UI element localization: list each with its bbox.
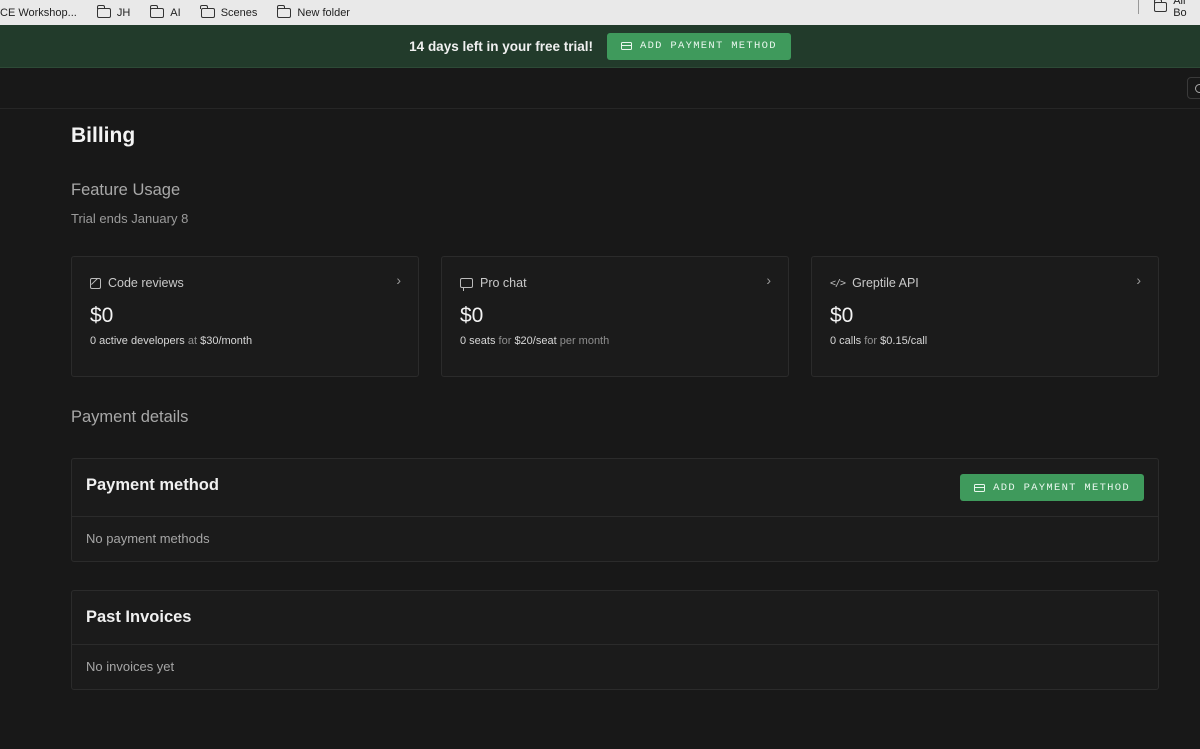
trial-end-note: Trial ends January 8 (71, 211, 189, 226)
feature-usage-heading: Feature Usage (71, 181, 181, 199)
folder-icon (149, 4, 165, 18)
usage-card-code-reviews[interactable]: Code reviews › $0 0 active developers at… (71, 256, 419, 377)
bookmark-folder-scenes[interactable]: Scenes (200, 4, 258, 19)
usage-joiner: at (187, 335, 198, 347)
usage-suffix: per month (559, 335, 610, 347)
usage-card-title: Code reviews (108, 276, 184, 290)
usage-count: 0 seats (460, 335, 496, 347)
payment-method-panel: Payment method ADD PAYMENT METHOD No pay… (71, 458, 1159, 562)
folder-icon (277, 4, 292, 18)
page-title: Billing (71, 124, 136, 147)
all-bookmarks-label: All Bo (1173, 0, 1187, 19)
invoices-empty: No invoices yet (86, 659, 175, 674)
bookmark-folder-ai[interactable]: AI (149, 4, 181, 19)
usage-count: 0 active developers (90, 335, 185, 347)
bookmark-label: New folder (297, 6, 350, 19)
add-payment-method-button[interactable]: ADD PAYMENT METHOD (960, 474, 1144, 501)
chevron-right-icon: › (1136, 272, 1141, 288)
usage-card-details: 0 calls for $0.15/call (830, 335, 927, 347)
usage-card-greptile-api[interactable]: </> Greptile API › $0 0 calls for $0.15/… (811, 256, 1159, 377)
bookmark-label: CE Workshop... (0, 6, 77, 19)
folder-icon (96, 4, 111, 18)
bookmarks-bar: CE Workshop... JH AI Scenes New folder A… (0, 0, 1200, 25)
button-label: ADD PAYMENT METHOD (993, 481, 1130, 494)
usage-card-title: Greptile API (852, 276, 919, 290)
credit-card-icon (974, 483, 986, 492)
usage-card-details: 0 active developers at $30/month (90, 335, 252, 347)
usage-joiner: for (498, 335, 512, 347)
usage-card-price: $0 (90, 304, 114, 327)
trial-banner: 14 days left in your free trial! ADD PAY… (0, 25, 1200, 68)
banner-add-payment-button[interactable]: ADD PAYMENT METHOD (606, 32, 791, 60)
edit-icon (90, 277, 101, 289)
usage-rate: $30/month (200, 335, 253, 347)
usage-card-title: Pro chat (480, 276, 527, 290)
bookmark-folder-jh[interactable]: JH (96, 4, 131, 19)
past-invoices-header: Past Invoices (72, 591, 1158, 645)
bookmark-folder-new-folder[interactable]: New folder (277, 4, 350, 19)
usage-count: 0 calls (830, 335, 862, 347)
help-icon[interactable] (1187, 77, 1200, 99)
bookmark-label: JH (116, 6, 131, 19)
folder-icon (1153, 0, 1168, 12)
payment-details-heading: Payment details (71, 408, 189, 426)
button-label: ADD PAYMENT METHOD (639, 40, 777, 52)
bookmark-label: AI (170, 6, 181, 19)
usage-card-price: $0 (460, 304, 484, 327)
usage-card-price: $0 (830, 304, 854, 327)
past-invoices-panel: Past Invoices No invoices yet (71, 590, 1159, 690)
all-bookmarks-button[interactable]: All Bo (1153, 0, 1200, 19)
folder-icon (200, 4, 215, 18)
code-icon: </> (830, 277, 846, 289)
usage-rate: $20/seat (514, 335, 557, 347)
bookmarks-divider (1138, 0, 1139, 14)
payment-method-header: Payment method ADD PAYMENT METHOD (72, 459, 1158, 517)
past-invoices-title: Past Invoices (86, 608, 192, 626)
top-bar (0, 68, 1200, 109)
trial-banner-text: 14 days left in your free trial! (409, 38, 593, 54)
chat-icon (460, 278, 473, 291)
chevron-right-icon: › (766, 272, 771, 288)
bookmark-label: Scenes (220, 6, 258, 19)
usage-rate: $0.15/call (880, 335, 928, 347)
usage-card-details: 0 seats for $20/seat per month (460, 335, 609, 347)
bookmark-ce-workshop[interactable]: CE Workshop... (0, 7, 77, 19)
payment-method-title: Payment method (86, 476, 219, 494)
chevron-right-icon: › (396, 272, 401, 288)
usage-joiner: for (864, 335, 878, 347)
payment-methods-empty: No payment methods (86, 531, 210, 546)
credit-card-icon (620, 42, 632, 50)
usage-card-pro-chat[interactable]: Pro chat › $0 0 seats for $20/seat per m… (441, 256, 789, 377)
